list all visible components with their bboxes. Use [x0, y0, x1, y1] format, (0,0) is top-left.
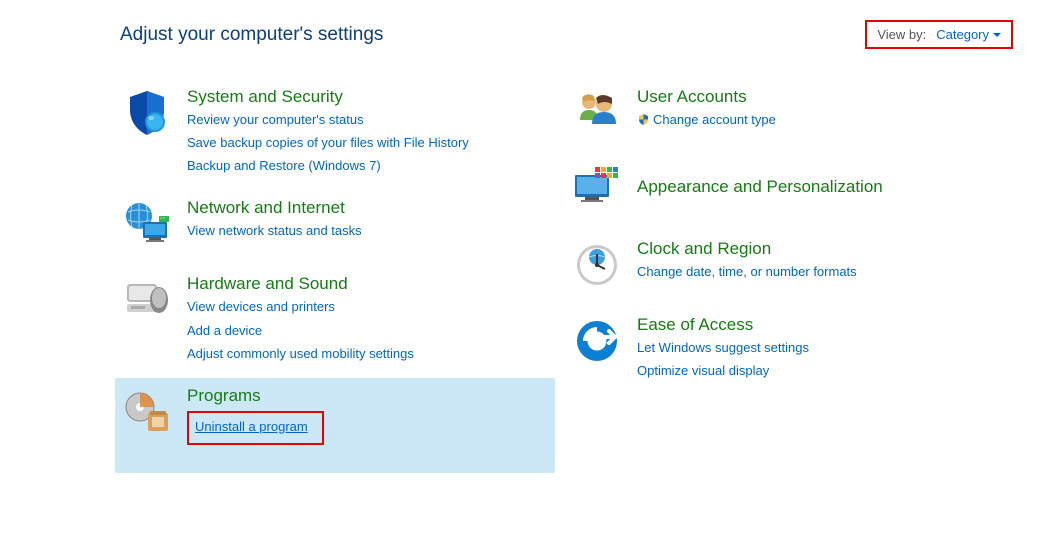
category-hardware: Hardware and Sound View devices and prin…	[115, 266, 555, 377]
link-optimize-display[interactable]: Optimize visual display	[637, 361, 809, 381]
uac-shield-icon	[637, 112, 650, 132]
shield-icon	[119, 85, 175, 141]
link-change-account-type[interactable]: Change account type	[637, 110, 776, 132]
category-network: Network and Internet View network status…	[115, 190, 555, 266]
hardware-icon	[119, 272, 175, 328]
category-user-accounts: User Accounts Change account type	[565, 79, 995, 155]
category-title-ease-of-access[interactable]: Ease of Access	[637, 315, 809, 335]
view-by-dropdown-highlight: View by: Category	[865, 20, 1013, 49]
category-title-appearance[interactable]: Appearance and Personalization	[637, 177, 883, 197]
category-system-security: System and Security Review your computer…	[115, 79, 555, 190]
link-date-time-formats[interactable]: Change date, time, or number formats	[637, 262, 857, 282]
category-title-hardware[interactable]: Hardware and Sound	[187, 274, 414, 294]
category-title-user-accounts[interactable]: User Accounts	[637, 87, 776, 107]
category-ease-of-access: Ease of Access Let Windows suggest setti…	[565, 307, 995, 395]
link-review-status[interactable]: Review your computer's status	[187, 110, 469, 130]
view-by-value: Category	[936, 27, 989, 42]
category-appearance: Appearance and Personalization	[565, 155, 995, 231]
category-title-system-security[interactable]: System and Security	[187, 87, 469, 107]
network-icon	[119, 196, 175, 252]
programs-icon	[119, 384, 175, 440]
view-by-label: View by:	[877, 27, 926, 42]
link-backup-restore[interactable]: Backup and Restore (Windows 7)	[187, 156, 469, 176]
category-title-network[interactable]: Network and Internet	[187, 198, 362, 218]
uninstall-highlight: Uninstall a program	[187, 411, 324, 445]
ease-of-access-icon	[569, 313, 625, 369]
link-file-history[interactable]: Save backup copies of your files with Fi…	[187, 133, 469, 153]
link-uninstall-program[interactable]: Uninstall a program	[195, 419, 308, 434]
category-programs: Programs Uninstall a program	[115, 378, 555, 473]
chevron-down-icon	[993, 33, 1001, 37]
link-suggest-settings[interactable]: Let Windows suggest settings	[637, 338, 809, 358]
clock-icon	[569, 237, 625, 293]
link-devices-printers[interactable]: View devices and printers	[187, 297, 414, 317]
category-title-programs[interactable]: Programs	[187, 386, 324, 406]
page-title: Adjust your computer's settings	[120, 24, 383, 46]
link-network-status[interactable]: View network status and tasks	[187, 221, 362, 241]
view-by-dropdown[interactable]: Category	[936, 27, 1001, 42]
user-accounts-icon	[569, 85, 625, 141]
appearance-icon	[569, 161, 625, 217]
category-clock: Clock and Region Change date, time, or n…	[565, 231, 995, 307]
category-title-clock[interactable]: Clock and Region	[637, 239, 857, 259]
link-mobility[interactable]: Adjust commonly used mobility settings	[187, 344, 414, 364]
link-add-device[interactable]: Add a device	[187, 321, 414, 341]
